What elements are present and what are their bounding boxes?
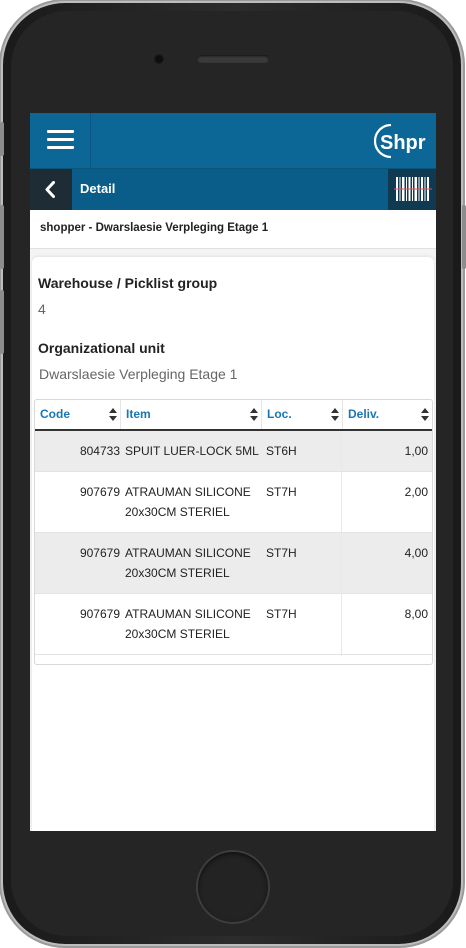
column-header-loc[interactable]: Loc. — [262, 400, 343, 429]
cell-loc: ST7H — [266, 546, 297, 560]
cell-deliv: 1,00 — [404, 444, 428, 458]
org-unit-label: Organizational unit — [38, 340, 165, 356]
table-row[interactable]: 804733 SPUIT LUER-LOCK 5ML ST6H 1,00 — [35, 431, 432, 472]
barcode-scan-button[interactable] — [388, 169, 436, 210]
earpiece-speaker — [197, 55, 269, 63]
column-header-item[interactable]: Item — [121, 400, 262, 429]
column-header-deliv-label: Deliv. — [348, 407, 380, 421]
cell-deliv: 4,00 — [404, 546, 428, 560]
column-divider — [341, 431, 342, 656]
cell-code: 907679 — [79, 607, 120, 621]
org-unit-value: Dwarslaesie Verpleging Etage 1 — [39, 366, 238, 382]
cell-item: ATRAUMAN SILICONE 20x30CM STERIEL — [125, 607, 251, 641]
page-title: Detail — [80, 181, 116, 196]
cell-loc: ST6H — [266, 444, 297, 458]
column-header-code[interactable]: Code — [35, 400, 121, 429]
cell-deliv: 2,00 — [404, 485, 428, 499]
barcode-scan-icon — [394, 177, 432, 201]
volume-up-button — [0, 205, 4, 269]
sort-icon — [421, 408, 429, 421]
cell-loc: ST7H — [266, 485, 297, 499]
home-button[interactable] — [198, 852, 268, 922]
app-screen: Shpr Detail shopper - Dwarslaesie Verple… — [30, 113, 436, 831]
context-header-text: shopper - Dwarslaesie Verpleging Etage 1 — [40, 222, 269, 234]
context-header: shopper - Dwarslaesie Verpleging Etage 1 — [30, 210, 436, 249]
menu-button[interactable] — [30, 113, 91, 168]
back-chevron-icon — [45, 181, 55, 198]
cell-item: SPUIT LUER-LOCK 5ML — [125, 444, 259, 458]
cell-code: 804733 — [79, 444, 120, 458]
title-bar: Detail — [30, 169, 436, 210]
cell-deliv: 8,00 — [404, 607, 428, 621]
power-button — [462, 205, 466, 269]
shopper-logo: Shpr — [374, 123, 426, 159]
table-header: Code Item Loc. Deliv. — [35, 400, 432, 431]
table-row[interactable]: 907679 ATRAUMAN SILICONE 20x30CM STERIEL… — [35, 472, 432, 533]
column-header-loc-label: Loc. — [267, 407, 292, 421]
cell-code: 907679 — [79, 485, 120, 499]
front-camera — [154, 54, 164, 64]
picklist-table: Code Item Loc. Deliv. 804733 SPUIT LUER-… — [34, 399, 433, 665]
sort-icon — [250, 408, 258, 421]
column-header-code-label: Code — [40, 407, 70, 421]
back-button[interactable] — [30, 169, 72, 210]
sort-icon — [331, 408, 339, 421]
sort-icon — [109, 408, 117, 421]
cell-code: 907679 — [79, 546, 120, 560]
top-bar: Shpr — [30, 113, 436, 169]
volume-down-button — [0, 290, 4, 354]
cell-loc: ST7H — [266, 607, 297, 621]
column-header-deliv[interactable]: Deliv. — [343, 400, 432, 429]
table-row[interactable]: 907679 ATRAUMAN SILICONE 20x30CM STERIEL… — [35, 533, 432, 594]
detail-card: Warehouse / Picklist group 4 Organizatio… — [32, 257, 434, 831]
logo-text: Shpr — [380, 132, 426, 154]
cell-item: ATRAUMAN SILICONE 20x30CM STERIEL — [125, 546, 251, 580]
cell-item: ATRAUMAN SILICONE 20x30CM STERIEL — [125, 485, 251, 519]
warehouse-value: 4 — [38, 301, 46, 317]
mute-switch — [0, 122, 4, 156]
table-row[interactable]: 907679 ATRAUMAN SILICONE 20x30CM STERIEL… — [35, 594, 432, 655]
warehouse-label: Warehouse / Picklist group — [38, 275, 218, 291]
hamburger-menu-icon — [47, 130, 74, 150]
column-header-item-label: Item — [126, 407, 151, 421]
